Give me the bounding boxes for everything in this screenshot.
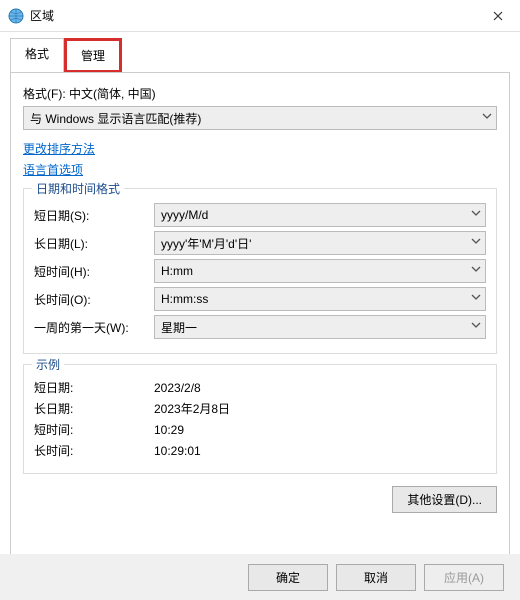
ex-long-time-value: 10:29:01	[154, 444, 201, 458]
format-panel: 格式(F): 中文(简体, 中国) 与 Windows 显示语言匹配(推荐) 更…	[10, 72, 510, 570]
first-day-select[interactable]: 星期一	[154, 315, 486, 339]
title-bar: 区域	[0, 0, 520, 32]
long-date-label: 长日期(L):	[34, 235, 154, 252]
ok-button[interactable]: 确定	[248, 564, 328, 591]
long-time-select[interactable]: H:mm:ss	[154, 287, 486, 311]
first-day-label: 一周的第一天(W):	[34, 319, 154, 336]
short-date-label: 短日期(S):	[34, 207, 154, 224]
datetime-formats-legend: 日期和时间格式	[32, 180, 124, 197]
short-time-value: H:mm	[154, 259, 486, 283]
ex-short-time-value: 10:29	[154, 423, 184, 437]
short-time-select[interactable]: H:mm	[154, 259, 486, 283]
ex-short-date-label: 短日期:	[34, 379, 154, 396]
apply-button[interactable]: 应用(A)	[424, 564, 504, 591]
format-language-value: 与 Windows 显示语言匹配(推荐)	[23, 106, 497, 130]
ex-long-date-label: 长日期:	[34, 400, 154, 417]
long-date-value: yyyy'年'M'月'd'日'	[154, 231, 486, 255]
other-settings-button[interactable]: 其他设置(D)...	[392, 486, 497, 513]
tab-format[interactable]: 格式	[10, 38, 64, 73]
format-label: 格式(F): 中文(简体, 中国)	[23, 85, 497, 102]
tab-admin[interactable]: 管理	[64, 38, 122, 73]
format-language-select[interactable]: 与 Windows 显示语言匹配(推荐)	[23, 106, 497, 130]
long-date-select[interactable]: yyyy'年'M'月'd'日'	[154, 231, 486, 255]
long-time-value: H:mm:ss	[154, 287, 486, 311]
language-pref-link[interactable]: 语言首选项	[23, 161, 497, 178]
change-sort-link[interactable]: 更改排序方法	[23, 140, 497, 157]
links-area: 更改排序方法 语言首选项	[23, 140, 497, 178]
globe-icon	[8, 8, 24, 24]
dialog-buttons: 确定 取消 应用(A)	[0, 554, 520, 600]
close-icon	[493, 11, 503, 21]
long-time-label: 长时间(O):	[34, 291, 154, 308]
close-button[interactable]	[476, 0, 520, 32]
tab-bar: 格式 管理	[0, 32, 520, 73]
short-time-label: 短时间(H):	[34, 263, 154, 280]
ex-long-time-label: 长时间:	[34, 442, 154, 459]
short-date-value: yyyy/M/d	[154, 203, 486, 227]
short-date-select[interactable]: yyyy/M/d	[154, 203, 486, 227]
examples-group: 示例 短日期: 2023/2/8 长日期: 2023年2月8日 短时间: 10:…	[23, 364, 497, 474]
ex-short-time-label: 短时间:	[34, 421, 154, 438]
cancel-button[interactable]: 取消	[336, 564, 416, 591]
first-day-value: 星期一	[154, 315, 486, 339]
examples-legend: 示例	[32, 356, 64, 373]
ex-long-date-value: 2023年2月8日	[154, 400, 230, 417]
datetime-formats-group: 日期和时间格式 短日期(S): yyyy/M/d 长日期(L): yyyy'年'…	[23, 188, 497, 354]
ex-short-date-value: 2023/2/8	[154, 381, 201, 395]
window-title: 区域	[30, 7, 476, 24]
